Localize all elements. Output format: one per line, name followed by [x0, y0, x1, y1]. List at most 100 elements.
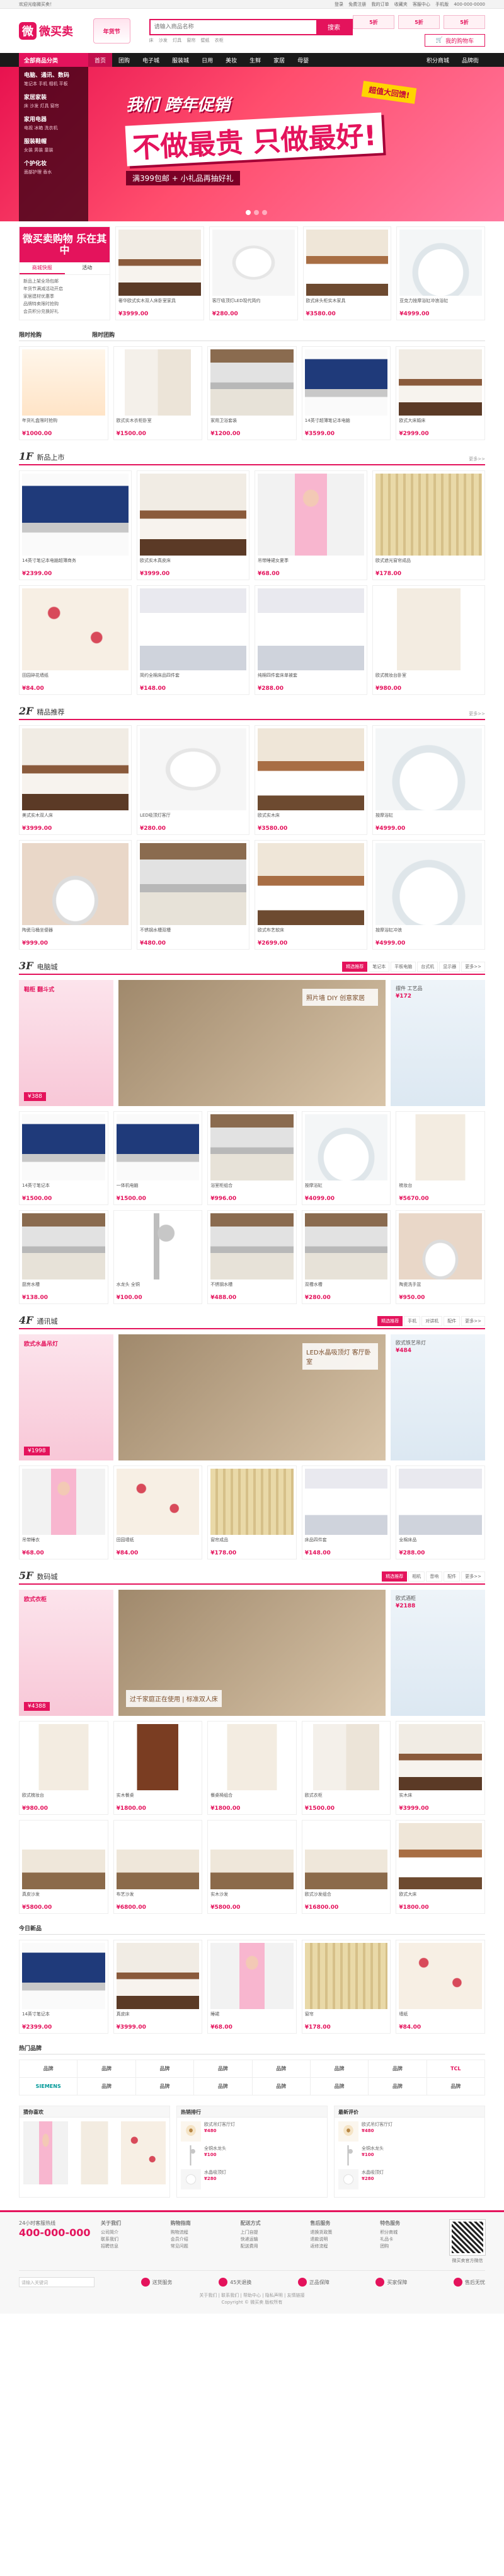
brand-logo[interactable]: 品牌 [77, 2078, 136, 2095]
hero-banner[interactable]: 电脑、通讯、数码 笔记本 手机 相机 平板 家居家装 床 沙发 灯具 窗帘 家用… [0, 67, 504, 221]
more-link[interactable]: 更多>> [469, 456, 485, 462]
product-card[interactable]: 家用卫浴套装 ¥1200.00 [207, 346, 297, 440]
floor-tab[interactable]: 配件 [444, 1316, 461, 1326]
product-card[interactable]: 陶瓷马桶坐便器 ¥999.00 [19, 840, 132, 950]
floor-tab[interactable]: 手机 [404, 1316, 421, 1326]
banner-dot[interactable] [254, 210, 259, 215]
product-card[interactable]: 窗帘成品 ¥178.00 [207, 1466, 297, 1559]
product-card[interactable]: 按摩浴缸 ¥4099.00 [301, 1111, 391, 1205]
nav-item-home[interactable]: 首页 [88, 53, 113, 67]
floor-tab[interactable]: 精选推荐 [342, 962, 368, 972]
footer-link[interactable]: 常见问题 [171, 2243, 234, 2250]
footer-link[interactable]: 购物流程 [171, 2229, 234, 2236]
product-card[interactable]: 欧式床头柜实木家具 ¥3580.00 [302, 226, 392, 320]
nav-item[interactable]: 电子城 [136, 53, 166, 67]
footer-link[interactable]: 退换货政策 [310, 2229, 374, 2236]
nav-item[interactable]: 家居 [267, 53, 291, 67]
floor-tab[interactable]: 配件 [444, 1571, 461, 1582]
floor-tab[interactable]: 显示器 [439, 962, 461, 972]
promo-tab[interactable]: 活动 [65, 262, 110, 274]
product-card[interactable]: 真皮沙发 ¥5800.00 [19, 1820, 108, 1914]
floor-tab[interactable]: 更多>> [461, 1571, 485, 1582]
ad-chip[interactable]: 5折 [398, 15, 440, 29]
banner-dot[interactable] [246, 210, 251, 215]
news-item[interactable]: 会员积分兑换好礼 [23, 308, 106, 315]
product-card[interactable]: 欧式衣柜 ¥1500.00 [301, 1721, 391, 1815]
footer-link[interactable]: 招聘信息 [101, 2243, 164, 2250]
brand-logo[interactable]: 品牌 [194, 2060, 253, 2078]
product-card[interactable]: 欧式布艺软床 ¥2699.00 [255, 840, 367, 950]
product-card[interactable]: 吊带睡衣 ¥68.00 [19, 1466, 108, 1559]
floor-tab[interactable]: 音响 [426, 1571, 443, 1582]
category-group[interactable]: 个护化妆 面部护理 香水 [24, 159, 83, 176]
product-card[interactable]: 欧式沙发组合 ¥16800.00 [301, 1820, 391, 1914]
product-card[interactable]: 陶瓷洗手盆 ¥950.00 [396, 1210, 485, 1304]
category-group[interactable]: 家用电器 电视 冰箱 洗衣机 [24, 115, 83, 132]
thumbnail[interactable] [120, 2121, 166, 2184]
list-item[interactable]: 全铜水龙头 ¥100 [181, 2145, 323, 2165]
product-card[interactable]: 布艺沙发 ¥6800.00 [113, 1820, 203, 1914]
floor-tab[interactable]: 精选推荐 [377, 1316, 403, 1326]
hot-word[interactable]: 沙发 [159, 38, 168, 43]
product-card[interactable]: 欧式大床婚床 ¥2999.00 [396, 346, 485, 440]
floor-tab[interactable]: 对讲机 [421, 1316, 443, 1326]
product-card[interactable]: 欧式梳妆台卧室 ¥980.00 [372, 585, 485, 695]
feature-left-ad[interactable]: 欧式水晶吊灯 ¥1998 [19, 1334, 113, 1460]
footer-link[interactable]: 会员介绍 [171, 2236, 234, 2243]
product-card[interactable]: 14英寸笔记本 ¥1500.00 [19, 1111, 108, 1205]
product-card[interactable]: 年货礼盒限时抢购 ¥1000.00 [19, 346, 108, 440]
list-item[interactable]: 全铜水龙头 ¥100 [338, 2145, 481, 2165]
product-card[interactable]: 按摩浴缸冲浪 ¥4999.00 [372, 840, 485, 950]
product-card[interactable]: 按摩浴缸 ¥4999.00 [372, 725, 485, 835]
hot-word[interactable]: 衣柜 [215, 38, 224, 43]
nav-item[interactable]: 服装城 [166, 53, 195, 67]
floor-tab[interactable]: 笔记本 [369, 962, 390, 972]
product-card[interactable]: 墙纸 ¥84.00 [396, 1940, 485, 2034]
footer-link[interactable]: 公司简介 [101, 2229, 164, 2236]
top-link[interactable]: 登录 [335, 2, 343, 7]
product-card[interactable]: 田园碎花墙纸 ¥84.00 [19, 585, 132, 695]
floor-tab[interactable]: 精选推荐 [382, 1571, 408, 1582]
product-card[interactable]: 床品四件套 ¥148.00 [301, 1466, 391, 1559]
category-group[interactable]: 服装鞋帽 女装 男装 童装 [24, 137, 83, 154]
brand-logo[interactable]: 品牌 [252, 2078, 311, 2095]
product-card[interactable]: 14英寸笔记本 ¥2399.00 [19, 1940, 108, 2034]
product-card[interactable]: 睡裙 ¥68.00 [207, 1940, 297, 2034]
hot-word[interactable]: 壁纸 [201, 38, 210, 43]
search-input[interactable] [150, 20, 316, 34]
product-card[interactable]: 客厅吸顶灯LED现代简约 ¥280.00 [209, 226, 298, 320]
floor-tab[interactable]: 平板电脑 [391, 962, 416, 972]
hot-word[interactable]: 窗帘 [186, 38, 195, 43]
feature-right-ad[interactable]: 欧式铁艺吊灯 ¥484 [391, 1334, 485, 1460]
product-card[interactable]: 双槽水槽 ¥280.00 [301, 1210, 391, 1304]
product-card[interactable]: 田园墙纸 ¥84.00 [113, 1466, 203, 1559]
product-card[interactable]: 窗帘 ¥178.00 [301, 1940, 391, 2034]
feature-main-ad[interactable]: LED水晶吸顶灯 客厅卧室 [118, 1334, 386, 1460]
product-card[interactable]: 奢华欧式实木双人床卧室家具 ¥3999.00 [115, 226, 204, 320]
product-card[interactable]: 吊带睡裙女夏季 ¥68.00 [255, 470, 367, 580]
footer-link[interactable]: 返修流程 [310, 2243, 374, 2250]
product-card[interactable]: 厨房水槽 ¥138.00 [19, 1210, 108, 1304]
news-item[interactable]: 家居建材优惠季 [23, 293, 106, 300]
product-card[interactable]: 不锈钢水槽双槽 ¥480.00 [137, 840, 249, 950]
footer-link[interactable]: 联系我们 [101, 2236, 164, 2243]
search-button[interactable]: 搜索 [316, 20, 352, 34]
footer-link[interactable]: 团购 [380, 2243, 444, 2250]
product-card[interactable]: 餐桌椅组合 ¥1800.00 [207, 1721, 297, 1815]
brand-logo[interactable]: TCL [427, 2060, 485, 2078]
news-item[interactable]: 新品上架全场包邮 [23, 277, 106, 285]
product-card[interactable]: 简约全棉床品四件套 ¥148.00 [137, 585, 249, 695]
product-card[interactable]: 梳妆台 ¥5670.00 [396, 1111, 485, 1205]
feature-right-ad[interactable]: 欧式酒柜 ¥2188 [391, 1590, 485, 1716]
cart-button[interactable]: 🛒 我的购物车 [425, 34, 485, 47]
banner-dot[interactable] [262, 210, 267, 215]
top-link[interactable]: 我的订单 [371, 2, 389, 7]
brand-logo[interactable]: 品牌 [252, 2060, 311, 2078]
product-card[interactable]: 欧式梳妆台 ¥980.00 [19, 1721, 108, 1815]
product-card[interactable]: 纯棉四件套床单被套 ¥288.00 [255, 585, 367, 695]
product-card[interactable]: 实木床 ¥3999.00 [396, 1721, 485, 1815]
promo-tab[interactable]: 商城快报 [20, 262, 65, 274]
product-card[interactable]: 欧式实木真皮床 ¥3999.00 [137, 470, 249, 580]
nav-item[interactable]: 日用 [195, 53, 219, 67]
product-card[interactable]: 一体机电脑 ¥1500.00 [113, 1111, 203, 1205]
